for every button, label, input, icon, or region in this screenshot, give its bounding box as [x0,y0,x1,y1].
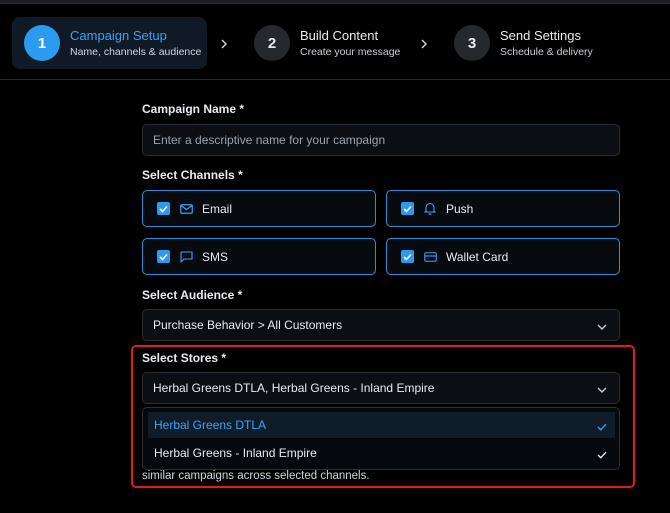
bell-icon [423,202,437,216]
step-build-content[interactable]: 2 Build Content Create your message [242,17,412,69]
step-subtitle: Schedule & delivery [500,45,593,58]
check-icon [597,448,607,462]
check-icon [597,420,607,434]
step-send-settings[interactable]: 3 Send Settings Schedule & delivery [442,17,612,69]
helper-text: similar campaigns across selected channe… [142,470,370,482]
channel-wallet-card[interactable]: Wallet Card [386,238,620,275]
stores-value: Herbal Greens DTLA, Herbal Greens - Inla… [153,381,435,395]
channel-label: Email [202,201,233,216]
checkbox-checked-icon[interactable] [157,202,170,215]
chevron-down-icon [597,383,607,397]
chat-icon [179,250,193,264]
stores-dropdown: Herbal Greens DTLA Herbal Greens - Inlan… [142,407,620,470]
store-option[interactable]: Herbal Greens - Inland Empire [148,440,615,466]
store-option[interactable]: Herbal Greens DTLA [148,412,615,438]
step-title: Campaign Setup [70,27,167,43]
card-icon [423,250,437,264]
checkbox-checked-icon[interactable] [401,202,414,215]
chevron-down-icon [597,320,607,334]
step-subtitle: Name, channels & audience [70,45,202,58]
channel-email[interactable]: Email [142,190,376,227]
campaign-name-input[interactable]: Enter a descriptive name for your campai… [142,124,620,156]
chevron-right-icon [219,38,229,50]
store-option-label: Herbal Greens DTLA [154,418,267,432]
channels-label: Select Channels * [142,168,243,182]
step-subtitle: Create your message [300,45,401,58]
store-option-label: Herbal Greens - Inland Empire [154,446,317,460]
channel-sms[interactable]: SMS [142,238,376,275]
step-number: 1 [24,25,60,61]
checkbox-checked-icon[interactable] [401,250,414,263]
audience-value: Purchase Behavior > All Customers [153,318,343,332]
step-campaign-setup[interactable]: 1 Campaign Setup Name, channels & audien… [12,17,207,69]
chevron-right-icon [419,38,429,50]
stores-label: Select Stores * [142,351,227,365]
channel-label: Wallet Card [446,249,509,264]
step-number: 3 [454,25,490,61]
mail-icon [179,202,193,216]
step-title: Send Settings [500,27,581,43]
audience-label: Select Audience * [142,288,243,302]
channel-label: Push [446,201,474,216]
step-title: Build Content [300,27,379,43]
audience-select[interactable]: Purchase Behavior > All Customers [142,309,620,341]
campaign-name-placeholder: Enter a descriptive name for your campai… [153,133,386,147]
stepper: 1 Campaign Setup Name, channels & audien… [0,4,670,80]
stores-select[interactable]: Herbal Greens DTLA, Herbal Greens - Inla… [142,372,620,404]
channel-label: SMS [202,249,229,264]
step-number: 2 [254,25,290,61]
checkbox-checked-icon[interactable] [157,250,170,263]
campaign-name-label: Campaign Name * [142,102,245,116]
channel-push[interactable]: Push [386,190,620,227]
